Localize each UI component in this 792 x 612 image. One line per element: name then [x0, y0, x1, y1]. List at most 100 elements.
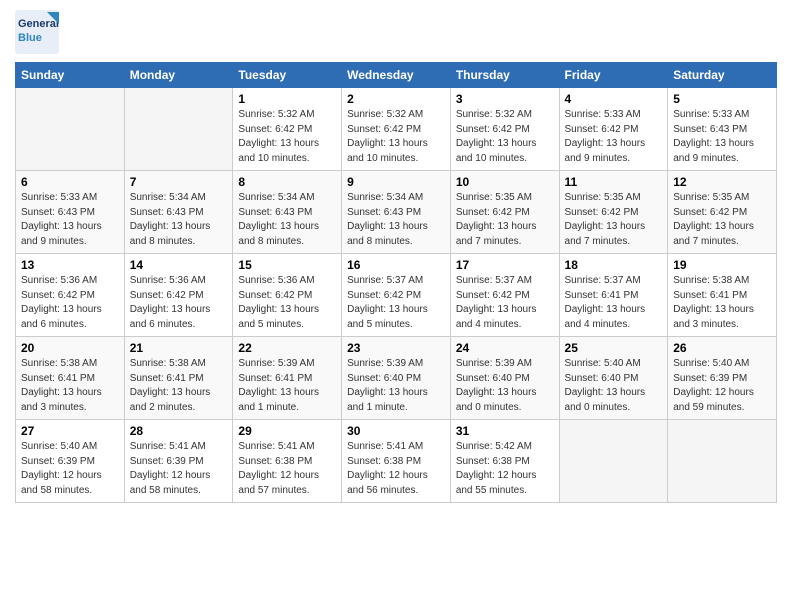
day-info: Sunrise: 5:41 AM Sunset: 6:39 PM Dayligh…	[130, 440, 228, 498]
day-info: Sunrise: 5:39 AM Sunset: 6:40 PM Dayligh…	[347, 357, 445, 415]
day-info: Sunrise: 5:32 AM Sunset: 6:42 PM Dayligh…	[347, 108, 445, 166]
calendar-day-cell: 6 Sunrise: 5:33 AM Sunset: 6:43 PM Daylig…	[16, 171, 125, 254]
day-info: Sunrise: 5:38 AM Sunset: 6:41 PM Dayligh…	[21, 357, 119, 415]
day-info: Sunrise: 5:35 AM Sunset: 6:42 PM Dayligh…	[565, 191, 663, 249]
calendar-table: SundayMondayTuesdayWednesdayThursdayFrid…	[15, 62, 777, 503]
day-number: 1	[238, 92, 336, 106]
day-number: 2	[347, 92, 445, 106]
calendar-day-cell: 2 Sunrise: 5:32 AM Sunset: 6:42 PM Daylig…	[342, 88, 451, 171]
day-number: 6	[21, 175, 119, 189]
day-info: Sunrise: 5:33 AM Sunset: 6:43 PM Dayligh…	[21, 191, 119, 249]
day-info: Sunrise: 5:37 AM Sunset: 6:41 PM Dayligh…	[565, 274, 663, 332]
day-info: Sunrise: 5:37 AM Sunset: 6:42 PM Dayligh…	[347, 274, 445, 332]
calendar-day-cell: 14Sunrise: 5:36 AM Sunset: 6:42 PM Dayli…	[124, 254, 233, 337]
day-info: Sunrise: 5:33 AM Sunset: 6:43 PM Dayligh…	[673, 108, 771, 166]
day-info: Sunrise: 5:39 AM Sunset: 6:41 PM Dayligh…	[238, 357, 336, 415]
calendar-day-cell: 21 Sunrise: 5:38 AM Sunset: 6:41 PM Dayli…	[124, 337, 233, 420]
day-info: Sunrise: 5:34 AM Sunset: 6:43 PM Dayligh…	[130, 191, 228, 249]
logo-svg: General Blue	[15, 10, 59, 54]
calendar-day-cell: 27 Sunrise: 5:40 AM Sunset: 6:39 PM Dayli…	[16, 420, 125, 503]
day-info: Sunrise: 5:39 AM Sunset: 6:40 PM Dayligh…	[456, 357, 554, 415]
day-number: 23	[347, 341, 445, 355]
calendar-day-cell: 22 Sunrise: 5:39 AM Sunset: 6:41 PM Dayli…	[233, 337, 342, 420]
day-number: 14	[130, 258, 228, 272]
calendar-day-cell: 16 Sunrise: 5:37 AM Sunset: 6:42 PM Dayli…	[342, 254, 451, 337]
day-number: 18	[565, 258, 663, 272]
day-info: Sunrise: 5:40 AM Sunset: 6:40 PM Dayligh…	[565, 357, 663, 415]
day-info: Sunrise: 5:38 AM Sunset: 6:41 PM Dayligh…	[130, 357, 228, 415]
calendar-day-cell: 4 Sunrise: 5:33 AM Sunset: 6:42 PM Daylig…	[559, 88, 668, 171]
day-info: Sunrise: 5:33 AM Sunset: 6:42 PM Dayligh…	[565, 108, 663, 166]
day-number: 22	[238, 341, 336, 355]
day-number: 4	[565, 92, 663, 106]
calendar-day-cell: 13Sunrise: 5:36 AM Sunset: 6:42 PM Dayli…	[16, 254, 125, 337]
calendar-day-cell: 18 Sunrise: 5:37 AM Sunset: 6:41 PM Dayli…	[559, 254, 668, 337]
column-header-saturday: Saturday	[668, 63, 777, 88]
calendar-week-row: 27 Sunrise: 5:40 AM Sunset: 6:39 PM Dayli…	[16, 420, 777, 503]
calendar-day-cell	[16, 88, 125, 171]
day-number: 12	[673, 175, 771, 189]
day-number: 31	[456, 424, 554, 438]
page-header: General Blue	[15, 10, 777, 54]
day-info: Sunrise: 5:41 AM Sunset: 6:38 PM Dayligh…	[238, 440, 336, 498]
day-info: Sunrise: 5:35 AM Sunset: 6:42 PM Dayligh…	[456, 191, 554, 249]
day-info: Sunrise: 5:36 AM Sunset: 6:42 PM Dayligh…	[238, 274, 336, 332]
calendar-day-cell: 19 Sunrise: 5:38 AM Sunset: 6:41 PM Dayli…	[668, 254, 777, 337]
svg-text:Blue: Blue	[18, 32, 42, 44]
day-info: Sunrise: 5:37 AM Sunset: 6:42 PM Dayligh…	[456, 274, 554, 332]
calendar-day-cell: 1Sunrise: 5:32 AM Sunset: 6:42 PM Daylig…	[233, 88, 342, 171]
day-number: 3	[456, 92, 554, 106]
day-info: Sunrise: 5:35 AM Sunset: 6:42 PM Dayligh…	[673, 191, 771, 249]
day-number: 19	[673, 258, 771, 272]
calendar-day-cell	[124, 88, 233, 171]
logo: General Blue	[15, 10, 59, 54]
day-number: 25	[565, 341, 663, 355]
day-number: 8	[238, 175, 336, 189]
day-number: 28	[130, 424, 228, 438]
column-header-tuesday: Tuesday	[233, 63, 342, 88]
day-number: 26	[673, 341, 771, 355]
calendar-day-cell: 26Sunrise: 5:40 AM Sunset: 6:39 PM Dayli…	[668, 337, 777, 420]
day-number: 29	[238, 424, 336, 438]
calendar-day-cell: 30 Sunrise: 5:41 AM Sunset: 6:38 PM Dayli…	[342, 420, 451, 503]
column-header-thursday: Thursday	[450, 63, 559, 88]
calendar-day-cell	[668, 420, 777, 503]
calendar-day-cell: 15 Sunrise: 5:36 AM Sunset: 6:42 PM Dayli…	[233, 254, 342, 337]
calendar-day-cell: 5 Sunrise: 5:33 AM Sunset: 6:43 PM Daylig…	[668, 88, 777, 171]
day-info: Sunrise: 5:38 AM Sunset: 6:41 PM Dayligh…	[673, 274, 771, 332]
calendar-day-cell: 10Sunrise: 5:35 AM Sunset: 6:42 PM Dayli…	[450, 171, 559, 254]
day-number: 17	[456, 258, 554, 272]
calendar-day-cell: 23 Sunrise: 5:39 AM Sunset: 6:40 PM Dayli…	[342, 337, 451, 420]
day-number: 27	[21, 424, 119, 438]
day-number: 11	[565, 175, 663, 189]
calendar-week-row: 6 Sunrise: 5:33 AM Sunset: 6:43 PM Daylig…	[16, 171, 777, 254]
day-number: 21	[130, 341, 228, 355]
day-number: 30	[347, 424, 445, 438]
calendar-day-cell: 3 Sunrise: 5:32 AM Sunset: 6:42 PM Daylig…	[450, 88, 559, 171]
calendar-day-cell: 31 Sunrise: 5:42 AM Sunset: 6:38 PM Dayli…	[450, 420, 559, 503]
day-number: 15	[238, 258, 336, 272]
calendar-day-cell	[559, 420, 668, 503]
day-info: Sunrise: 5:41 AM Sunset: 6:38 PM Dayligh…	[347, 440, 445, 498]
column-header-sunday: Sunday	[16, 63, 125, 88]
calendar-day-cell: 25 Sunrise: 5:40 AM Sunset: 6:40 PM Dayli…	[559, 337, 668, 420]
day-number: 16	[347, 258, 445, 272]
calendar-day-cell: 20 Sunrise: 5:38 AM Sunset: 6:41 PM Dayli…	[16, 337, 125, 420]
day-info: Sunrise: 5:40 AM Sunset: 6:39 PM Dayligh…	[21, 440, 119, 498]
calendar-day-cell: 17 Sunrise: 5:37 AM Sunset: 6:42 PM Dayli…	[450, 254, 559, 337]
day-number: 7	[130, 175, 228, 189]
day-info: Sunrise: 5:34 AM Sunset: 6:43 PM Dayligh…	[347, 191, 445, 249]
day-number: 9	[347, 175, 445, 189]
calendar-day-cell: 12 Sunrise: 5:35 AM Sunset: 6:42 PM Dayli…	[668, 171, 777, 254]
day-number: 20	[21, 341, 119, 355]
day-number: 24	[456, 341, 554, 355]
calendar-day-cell: 8 Sunrise: 5:34 AM Sunset: 6:43 PM Daylig…	[233, 171, 342, 254]
day-number: 5	[673, 92, 771, 106]
day-info: Sunrise: 5:34 AM Sunset: 6:43 PM Dayligh…	[238, 191, 336, 249]
calendar-day-cell: 28 Sunrise: 5:41 AM Sunset: 6:39 PM Dayli…	[124, 420, 233, 503]
day-info: Sunrise: 5:42 AM Sunset: 6:38 PM Dayligh…	[456, 440, 554, 498]
calendar-day-cell: 7 Sunrise: 5:34 AM Sunset: 6:43 PM Daylig…	[124, 171, 233, 254]
svg-text:General: General	[18, 18, 59, 30]
day-info: Sunrise: 5:32 AM Sunset: 6:42 PM Dayligh…	[456, 108, 554, 166]
column-header-wednesday: Wednesday	[342, 63, 451, 88]
